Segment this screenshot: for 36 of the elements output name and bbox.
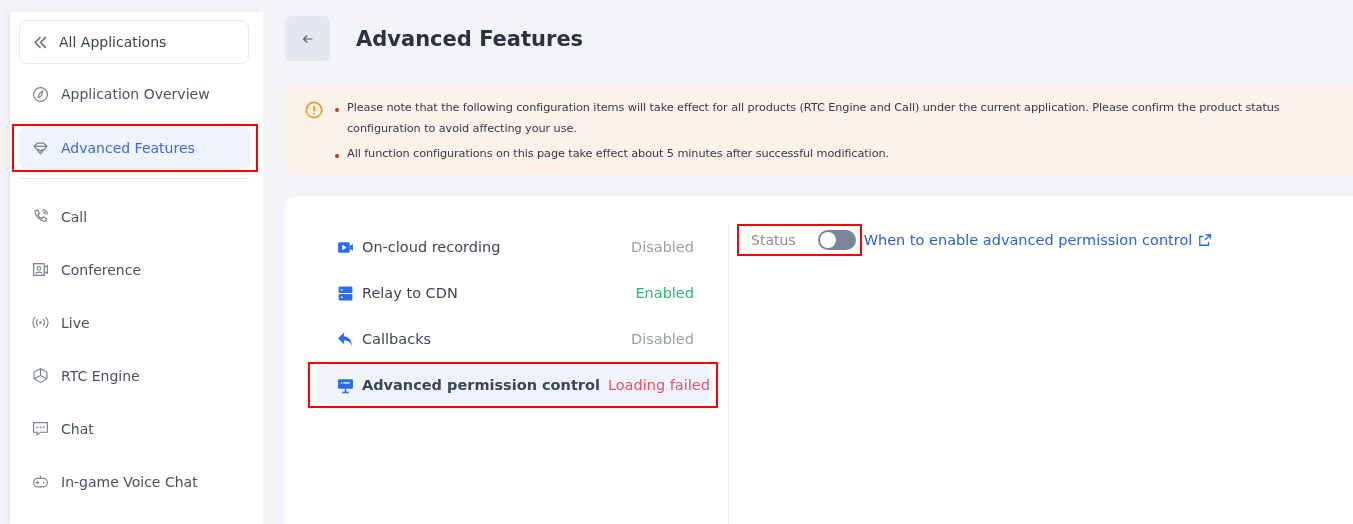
- notice-text: All function configurations on this page take effect about 5 minutes after successful modification.: [347, 147, 889, 160]
- feature-item[interactable]: Callbacks Disabled: [317, 319, 709, 359]
- server-icon: [337, 284, 354, 302]
- gamepad-icon: [32, 473, 49, 490]
- feature-status: Disabled: [631, 331, 694, 347]
- status-toggle[interactable]: [817, 230, 856, 250]
- compass-icon: [32, 85, 49, 103]
- feature-item[interactable]: On-cloud recording Disabled: [317, 227, 709, 267]
- sidebar-item[interactable]: Live: [19, 299, 255, 346]
- broadcast-icon: [32, 314, 49, 331]
- feature-item[interactable]: Advanced permission control Loading failed: [317, 365, 709, 405]
- feature-status: Loading failed: [607, 377, 710, 393]
- notice-text: configuration to avoid affecting your use.: [347, 122, 578, 135]
- monitor-icon: [337, 376, 354, 394]
- page-title: Advanced Features: [356, 26, 584, 51]
- status-label: Status: [751, 232, 796, 248]
- feature-status: Enabled: [635, 285, 694, 301]
- help-link[interactable]: When to enable advanced permission control: [863, 232, 1193, 248]
- sidebar-item[interactable]: Chat: [19, 405, 255, 452]
- cube-icon: [32, 367, 49, 384]
- chat-icon: [32, 420, 49, 437]
- phone-icon: [32, 208, 49, 225]
- conference-icon: [32, 261, 49, 278]
- external-link-icon[interactable]: [1198, 233, 1213, 247]
- sidebar-item[interactable]: Conference: [19, 246, 255, 293]
- warning-icon: [305, 101, 323, 119]
- sidebar-item[interactable]: Call: [19, 193, 255, 240]
- reply-arrow-icon: [337, 330, 354, 348]
- sidebar-item[interactable]: Advanced Features: [19, 127, 251, 169]
- notice-text: Please note that the following configuration items will take effect for all products (RTC Engine and Call) under the current application. Please confirm the product status: [347, 101, 1280, 114]
- sidebar-item[interactable]: RTC Engine: [19, 352, 255, 399]
- feature-status: Disabled: [631, 239, 694, 255]
- all-applications-button[interactable]: All Applications: [19, 20, 249, 64]
- sidebar-item[interactable]: In-game Voice Chat: [19, 458, 255, 505]
- sidebar-item[interactable]: Application Overview: [19, 73, 251, 115]
- feature-item[interactable]: Relay to CDN Enabled: [317, 273, 709, 313]
